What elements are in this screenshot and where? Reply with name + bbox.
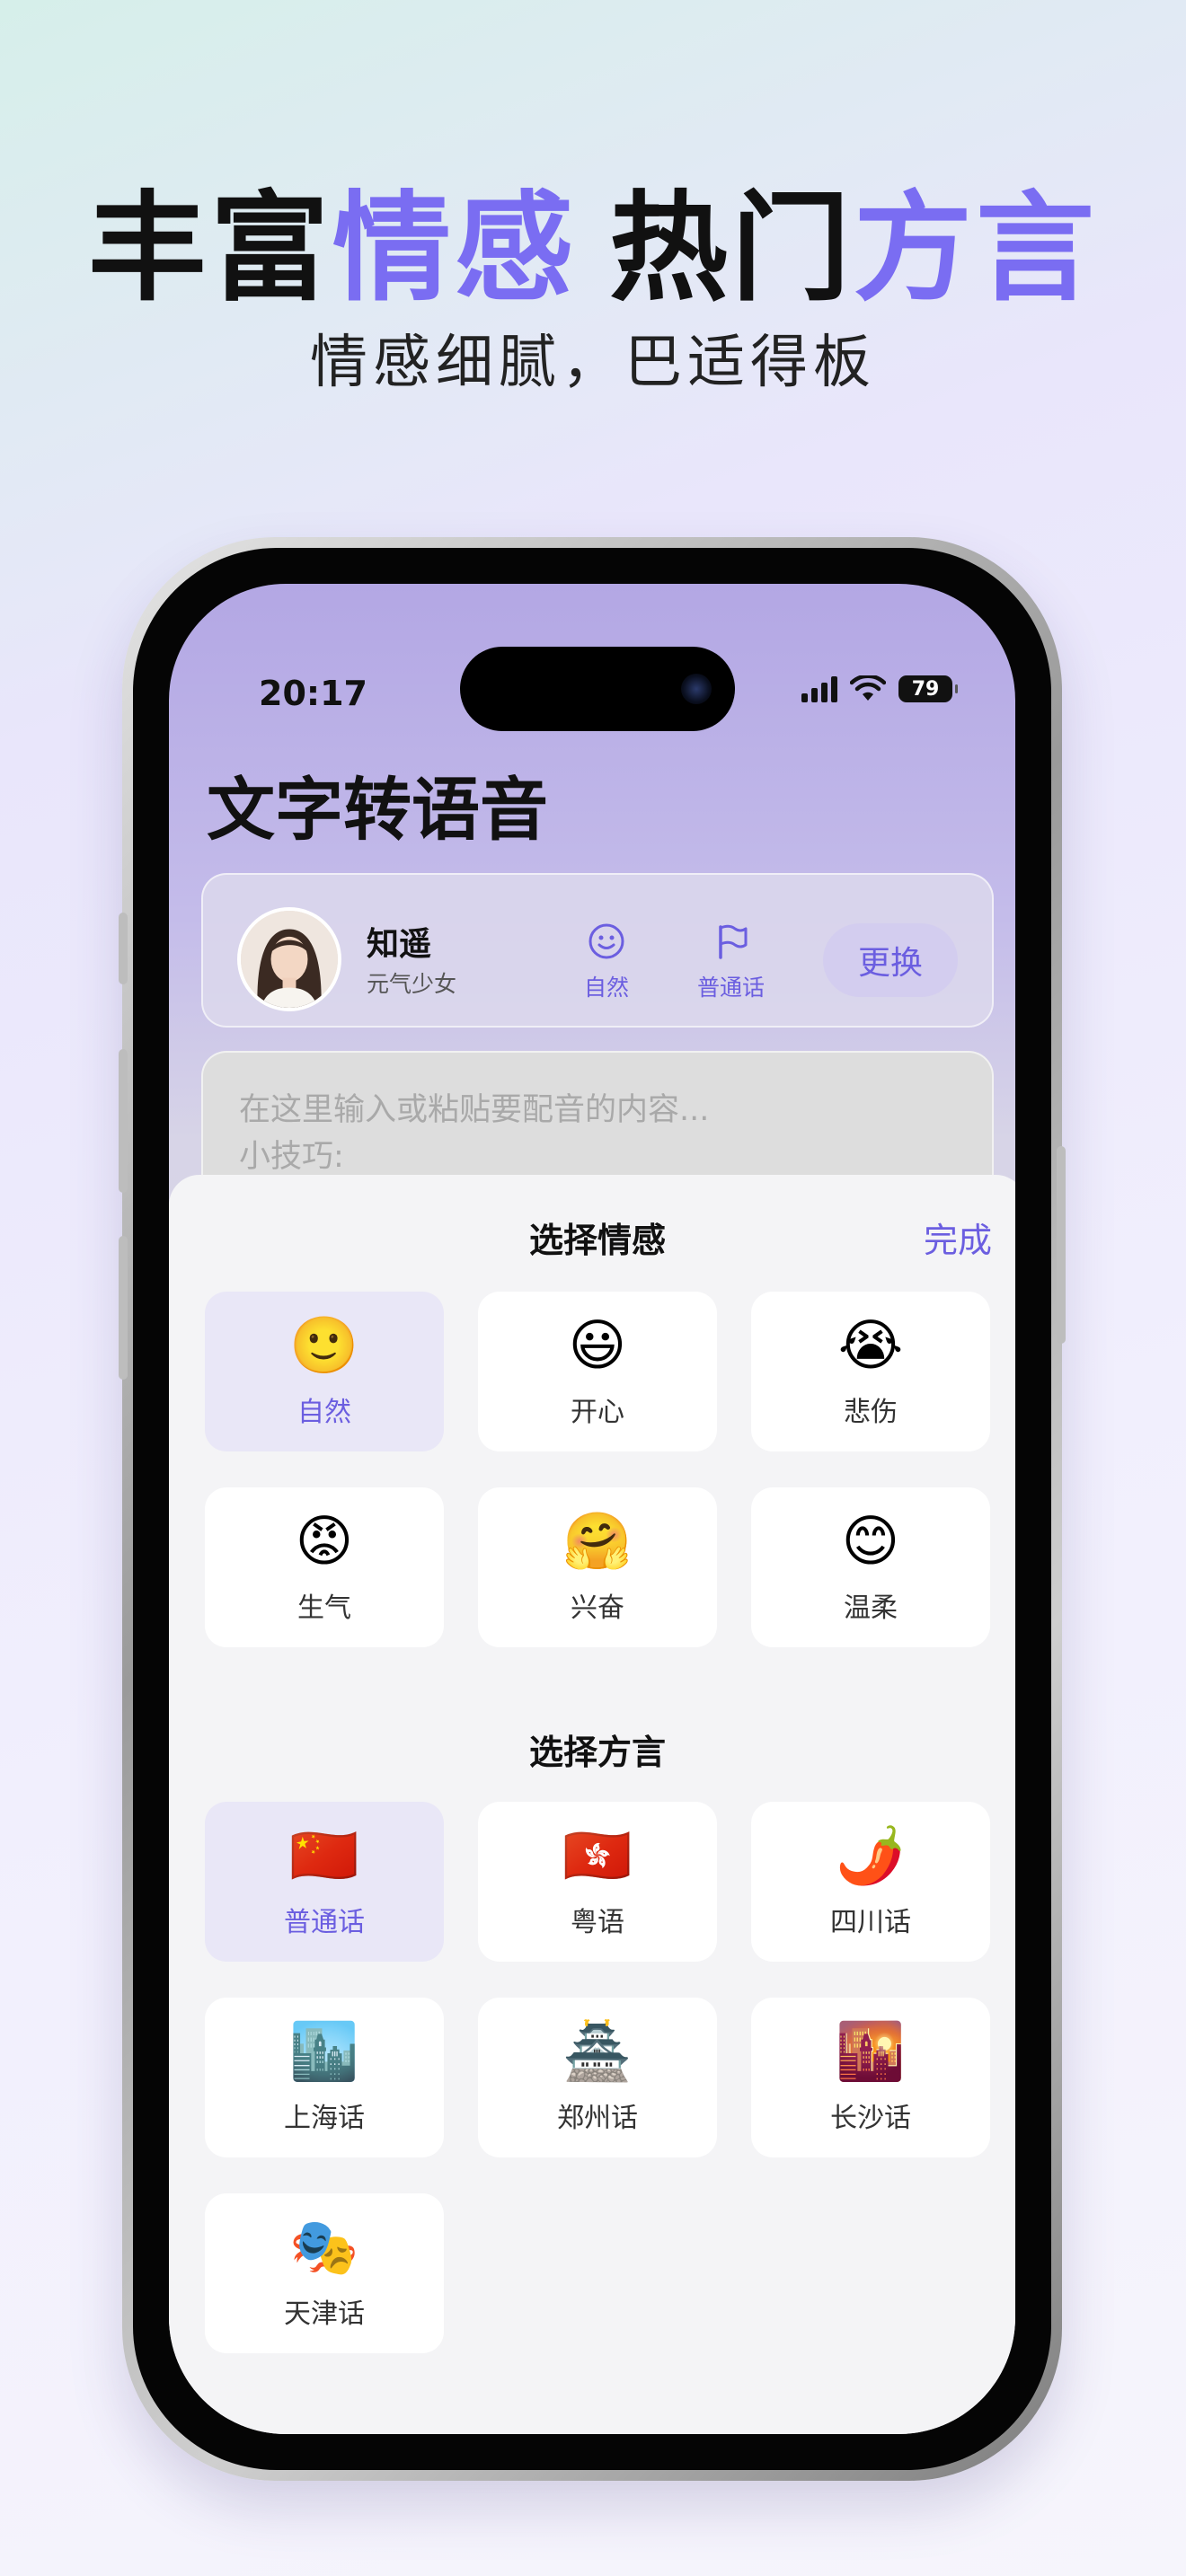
emotion-emoji: 🤗 [562,1508,633,1574]
dialect-label: 郑州话 [557,2103,638,2134]
status-icons: 79 [801,675,958,702]
emotion-label: 悲伤 [844,1397,898,1428]
camera-icon [681,674,712,704]
status-time: 20:17 [259,674,367,713]
emotion-tile[interactable]: 🙂 自然 [205,1292,444,1451]
emotion-tile[interactable]: 😊 温柔 [751,1487,990,1647]
change-voice-button[interactable]: 更换 [823,923,958,997]
dialect-option-label: 普通话 [697,975,766,1001]
smiley-icon [589,923,624,959]
dialect-emoji: 🌇 [836,2018,906,2084]
text-input-placeholder: 在这里输入或粘贴要配音的内容... 小技巧: [239,1087,709,1180]
emotion-emoji: 😃 [568,1312,627,1378]
emotion-tile[interactable]: 😡 生气 [205,1487,444,1647]
dialect-label: 四川话 [830,1907,911,1938]
emotion-emoji: 😭 [837,1312,904,1378]
dialect-label: 普通话 [284,1907,365,1938]
phone-bezel: 20:17 79 文字转语音 知遥 元气少女 自然 普通话 更换 在这里输入或粘… [133,548,1051,2470]
dialect-tile[interactable]: 🇨🇳 普通话 [205,1802,444,1962]
emotion-tile[interactable]: 🤗 兴奋 [478,1487,717,1647]
done-button[interactable]: 完成 [924,1213,992,1262]
dynamic-island [460,647,735,731]
emotion-option-label: 自然 [584,975,630,1001]
dialect-tile[interactable]: 🌶️ 四川话 [751,1802,990,1962]
volume-down-button [119,1236,128,1380]
emotion-label: 生气 [297,1592,351,1624]
dialect-emoji: 🎭 [289,2214,359,2280]
wifi-icon [850,675,886,701]
volume-up-button [119,1049,128,1193]
dialect-label: 长沙话 [830,2103,911,2134]
dialect-emoji: 🏙️ [289,2018,359,2084]
battery-icon: 79 [898,675,958,702]
dialect-label: 上海话 [284,2103,365,2134]
cellular-signal-icon [801,675,837,702]
page-title: 文字转语音 [207,770,548,850]
phone-screen: 20:17 79 文字转语音 知遥 元气少女 自然 普通话 更换 在这里输入或粘… [169,584,1015,2434]
phone-frame: 20:17 79 文字转语音 知遥 元气少女 自然 普通话 更换 在这里输入或粘… [119,537,1066,2481]
flag-icon [718,924,747,959]
dialect-emoji: 🌶️ [836,1822,906,1888]
dialect-tile[interactable]: 🏙️ 上海话 [205,1998,444,2157]
placeholder-line-1: 在这里输入或粘贴要配音的内容... [239,1092,710,1128]
placeholder-line-2: 小技巧: [239,1139,344,1175]
dialect-tile[interactable]: 🎭 天津话 [205,2193,444,2353]
emotion-tile[interactable]: 😭 悲伤 [751,1292,990,1451]
dialect-tile[interactable]: 🇭🇰 粤语 [478,1802,717,1962]
action-button [119,913,128,984]
emotion-option[interactable]: 自然 [584,922,629,1002]
emotion-emoji: 😡 [295,1508,354,1574]
emotion-emoji: 😊 [841,1508,900,1574]
power-button [1057,1146,1066,1344]
emotion-label: 自然 [297,1397,351,1428]
voice-name: 知遥 [367,926,432,963]
emotion-tile[interactable]: 😃 开心 [478,1292,717,1451]
headline-part-3: 热门 [609,180,854,318]
dialect-option[interactable]: 普通话 [697,922,765,1002]
voice-card[interactable]: 知遥 元气少女 自然 普通话 更换 [201,873,994,1028]
bottom-sheet: 选择情感 完成 🙂 自然 😃 开心 😭 悲伤 😡 生气 🤗 兴奋 😊 温柔 选择… [169,1175,1015,2434]
headline-part-1: 丰富 [88,180,332,318]
emotion-section-title: 选择情感 [528,1221,666,1260]
dialect-label: 粤语 [571,1907,624,1938]
headline-part-4: 方言 [854,180,1098,318]
voice-description: 元气少女 [367,971,457,997]
emotion-label: 兴奋 [571,1592,624,1624]
subheadline: 情感细腻，巴适得板 [310,330,876,396]
dialect-tile[interactable]: 🏯 郑州话 [478,1998,717,2157]
headline-part-2: 情感 [332,180,577,318]
dialect-emoji: 🇭🇰 [562,1822,633,1888]
dialect-emoji: 🏯 [562,2018,633,2084]
dialect-label: 天津话 [284,2298,365,2330]
emotion-emoji: 🙂 [289,1312,359,1378]
dialect-tile[interactable]: 🌇 长沙话 [751,1998,990,2157]
headline: 丰富情感 热门方言 [0,153,1186,324]
avatar [237,907,341,1011]
emotion-label: 温柔 [844,1592,898,1624]
dialect-section-title: 选择方言 [528,1733,666,1772]
emotion-label: 开心 [571,1397,624,1428]
dialect-emoji: 🇨🇳 [289,1822,359,1888]
